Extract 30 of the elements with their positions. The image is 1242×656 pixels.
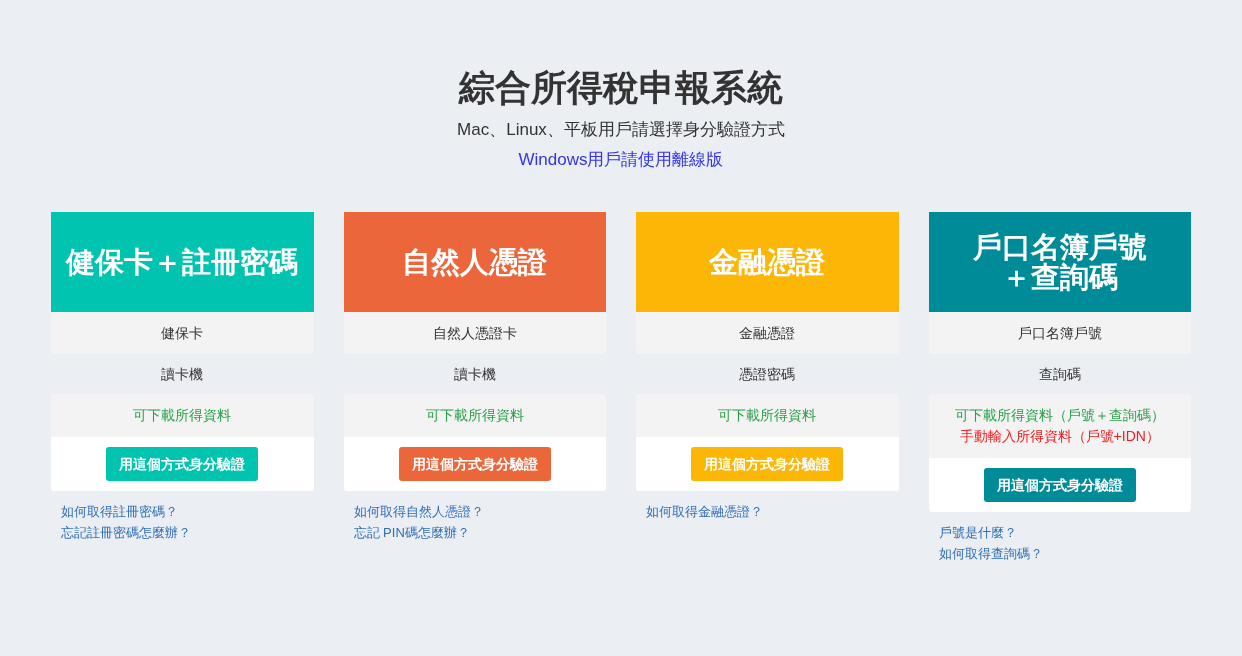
- page-subtitle: Mac、Linux、平板用戶請選擇身分驗證方式: [457, 119, 785, 141]
- method-title: 戶口名簿戶號: [972, 232, 1147, 262]
- method-title: 金融憑證: [709, 247, 826, 277]
- feature-text: 可下載所得資料: [425, 406, 524, 425]
- verify-button[interactable]: 用這個方式身分驗證: [398, 447, 551, 481]
- help-link[interactable]: 如何取得註冊密碼？: [61, 501, 178, 522]
- feature-text: 可下載所得資料: [718, 406, 817, 425]
- page-title: 綜合所得稅申報系統: [459, 66, 783, 110]
- help-link[interactable]: 如何取得查詢碼？: [938, 543, 1043, 564]
- method-title: ＋查詢碼: [1001, 262, 1118, 292]
- feature-text: 可下載所得資料（戶號＋查詢碼）: [954, 406, 1165, 425]
- requirement-row-text: 讀卡機: [452, 364, 497, 384]
- requirement-row-text: 憑證密碼: [738, 364, 797, 384]
- requirement-row: 健保卡: [51, 312, 314, 354]
- help-link[interactable]: 如何取得金融憑證？: [646, 501, 763, 522]
- help-link[interactable]: 戶號是什麼？: [938, 522, 1017, 543]
- method-title: 健保卡＋註冊密碼: [66, 247, 299, 277]
- requirement-row: 金融憑證: [636, 312, 899, 354]
- offline-version-link[interactable]: Windows用戶請使用離線版: [518, 148, 724, 172]
- feature-text: 手動輸入所得資料（戶號+IDN）: [959, 427, 1160, 446]
- verify-button[interactable]: 用這個方式身分驗證: [983, 468, 1136, 502]
- feature-text: 可下載所得資料: [133, 406, 232, 425]
- help-link[interactable]: 忘記 PIN碼怎麼辦？: [353, 522, 470, 543]
- requirement-row-text: 查詢碼: [1037, 364, 1082, 384]
- help-link[interactable]: 忘記註冊密碼怎麼辦？: [61, 522, 191, 543]
- help-link[interactable]: 如何取得自然人憑證？: [353, 501, 484, 522]
- requirement-row: 戶口名簿戶號: [928, 312, 1191, 354]
- method-title: 自然人憑證: [402, 247, 548, 277]
- requirement-row: 自然人憑證卡: [343, 312, 606, 354]
- requirement-row-text: 讀卡機: [160, 364, 205, 384]
